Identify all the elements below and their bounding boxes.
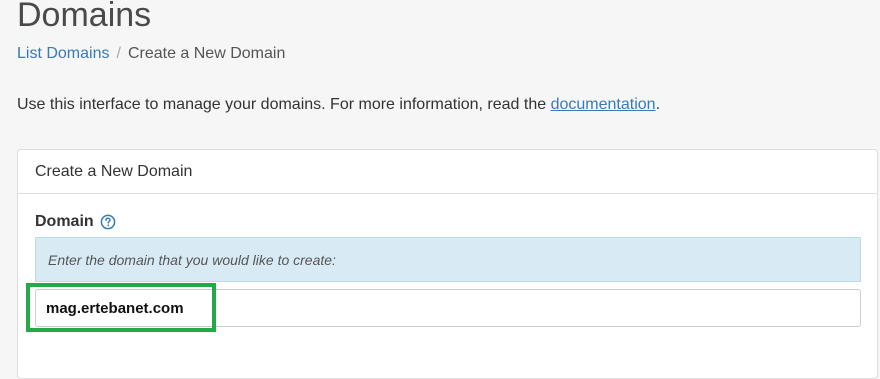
intro-suffix: . [655, 96, 661, 113]
domain-help-block: Enter the domain that you would like to … [35, 237, 861, 282]
domain-field-label: Domain [35, 212, 116, 232]
panel-heading: Create a New Domain [18, 150, 877, 194]
breadcrumb-separator: / [116, 45, 121, 62]
create-domain-panel: Create a New Domain Domain Enter the dom… [17, 149, 878, 379]
intro-text: Use this interface to manage your domain… [17, 95, 660, 115]
breadcrumb-list-domains-link[interactable]: List Domains [17, 45, 109, 62]
documentation-link[interactable]: documentation [551, 96, 656, 113]
breadcrumb: List Domains / Create a New Domain [17, 44, 285, 64]
page-title: Domains [17, 0, 152, 34]
intro-body: Use this interface to manage your domain… [17, 96, 551, 113]
domain-label-text: Domain [35, 213, 94, 230]
breadcrumb-current: Create a New Domain [127, 45, 286, 62]
question-circle-icon[interactable] [100, 214, 116, 230]
domain-input[interactable] [35, 289, 861, 327]
